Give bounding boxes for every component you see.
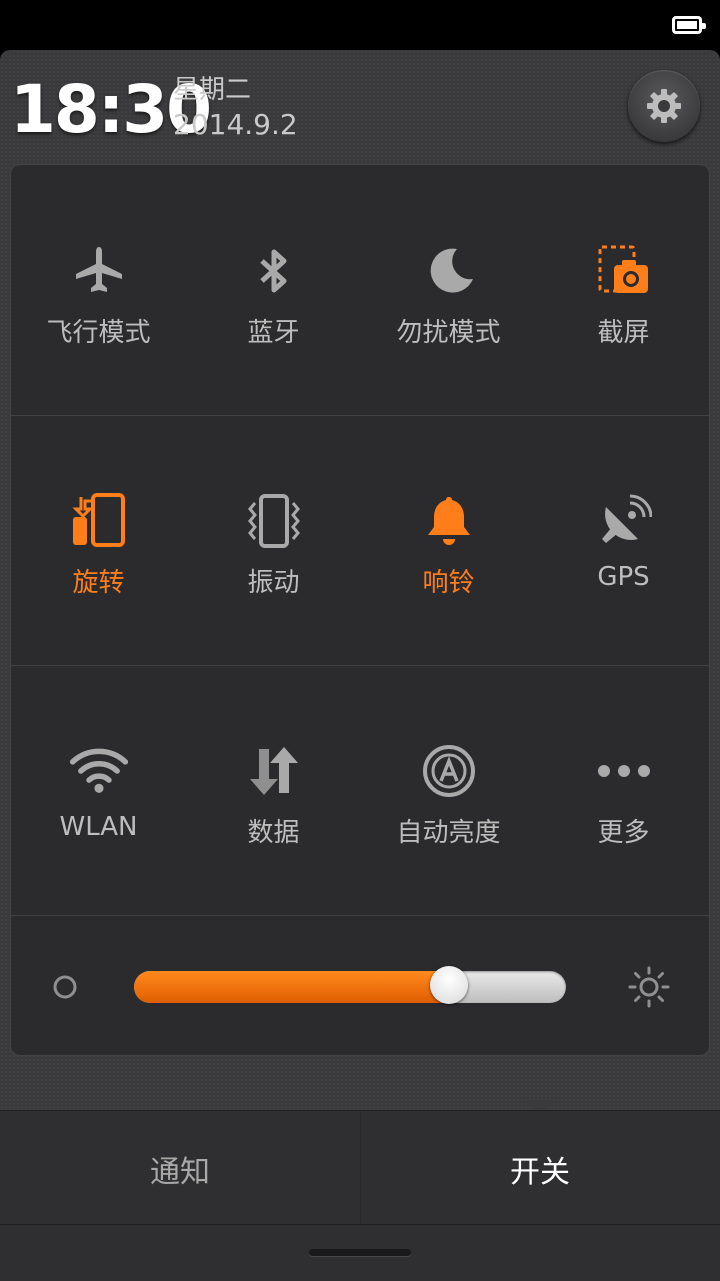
- brightness-slider-fill: [134, 971, 450, 1003]
- moon-icon: [419, 241, 479, 301]
- tab-notifications[interactable]: 通知: [0, 1111, 360, 1227]
- screenshot-camera-icon: [594, 241, 654, 301]
- toggle-more[interactable]: 更多: [536, 665, 711, 915]
- drag-handle[interactable]: [309, 1249, 411, 1256]
- toggle-label: 更多: [597, 818, 650, 848]
- vibrate-phone-icon: [244, 491, 304, 551]
- date-label: 2014.9.2: [173, 108, 298, 141]
- toggle-label: 响铃: [422, 568, 475, 598]
- bluetooth-icon: [244, 241, 304, 301]
- toggle-screenshot[interactable]: 截屏: [536, 165, 711, 415]
- toggle-label: 勿扰模式: [396, 318, 501, 348]
- row-divider: [11, 915, 709, 916]
- weekday-label: 星期二: [173, 75, 252, 105]
- toggle-label: GPS: [597, 562, 650, 592]
- toggles-panel: 飞行模式 蓝牙 勿扰模式 截屏 旋转 振动 响铃 GPS WLAN 数据 自动亮…: [10, 164, 710, 1056]
- toggle-label: 数据: [247, 818, 300, 848]
- toggle-label: 自动亮度: [396, 818, 501, 848]
- toggle-label: 振动: [247, 568, 300, 598]
- toggle-dnd[interactable]: 勿扰模式: [361, 165, 536, 415]
- divider: [0, 1224, 720, 1225]
- toggle-label: 飞行模式: [46, 318, 151, 348]
- auto-brightness-icon: [419, 741, 479, 801]
- toggle-label: 旋转: [72, 568, 125, 598]
- toggle-rotation[interactable]: 旋转: [11, 415, 186, 665]
- more-dots-icon: [594, 741, 654, 801]
- toggle-bluetooth[interactable]: 蓝牙: [186, 165, 361, 415]
- battery-full-icon: [672, 16, 706, 34]
- gps-satellite-icon: [594, 491, 654, 551]
- toggle-data[interactable]: 数据: [186, 665, 361, 915]
- toggle-gps[interactable]: GPS: [536, 415, 711, 665]
- gear-icon: [647, 89, 681, 123]
- brightness-high-icon: [628, 966, 670, 1008]
- data-arrows-icon: [244, 741, 304, 801]
- toggle-wlan[interactable]: WLAN: [11, 665, 186, 915]
- brightness-slider[interactable]: [134, 971, 566, 1003]
- toggle-label: WLAN: [59, 812, 138, 842]
- toggle-vibrate[interactable]: 振动: [186, 415, 361, 665]
- toggle-label: 截屏: [597, 318, 650, 348]
- brightness-low-icon: [53, 975, 77, 999]
- toggle-airplane[interactable]: 飞行模式: [11, 165, 186, 415]
- airplane-icon: [69, 241, 129, 301]
- wifi-icon: [69, 741, 129, 801]
- status-bar: [0, 0, 720, 52]
- toggle-ringer[interactable]: 响铃: [361, 415, 536, 665]
- rotate-phone-icon: [69, 491, 129, 551]
- toggle-label: 蓝牙: [247, 318, 300, 348]
- tab-toggles[interactable]: 开关: [360, 1111, 720, 1227]
- settings-button[interactable]: [628, 70, 700, 142]
- toggle-auto-brightness[interactable]: 自动亮度: [361, 665, 536, 915]
- bell-icon: [419, 491, 479, 551]
